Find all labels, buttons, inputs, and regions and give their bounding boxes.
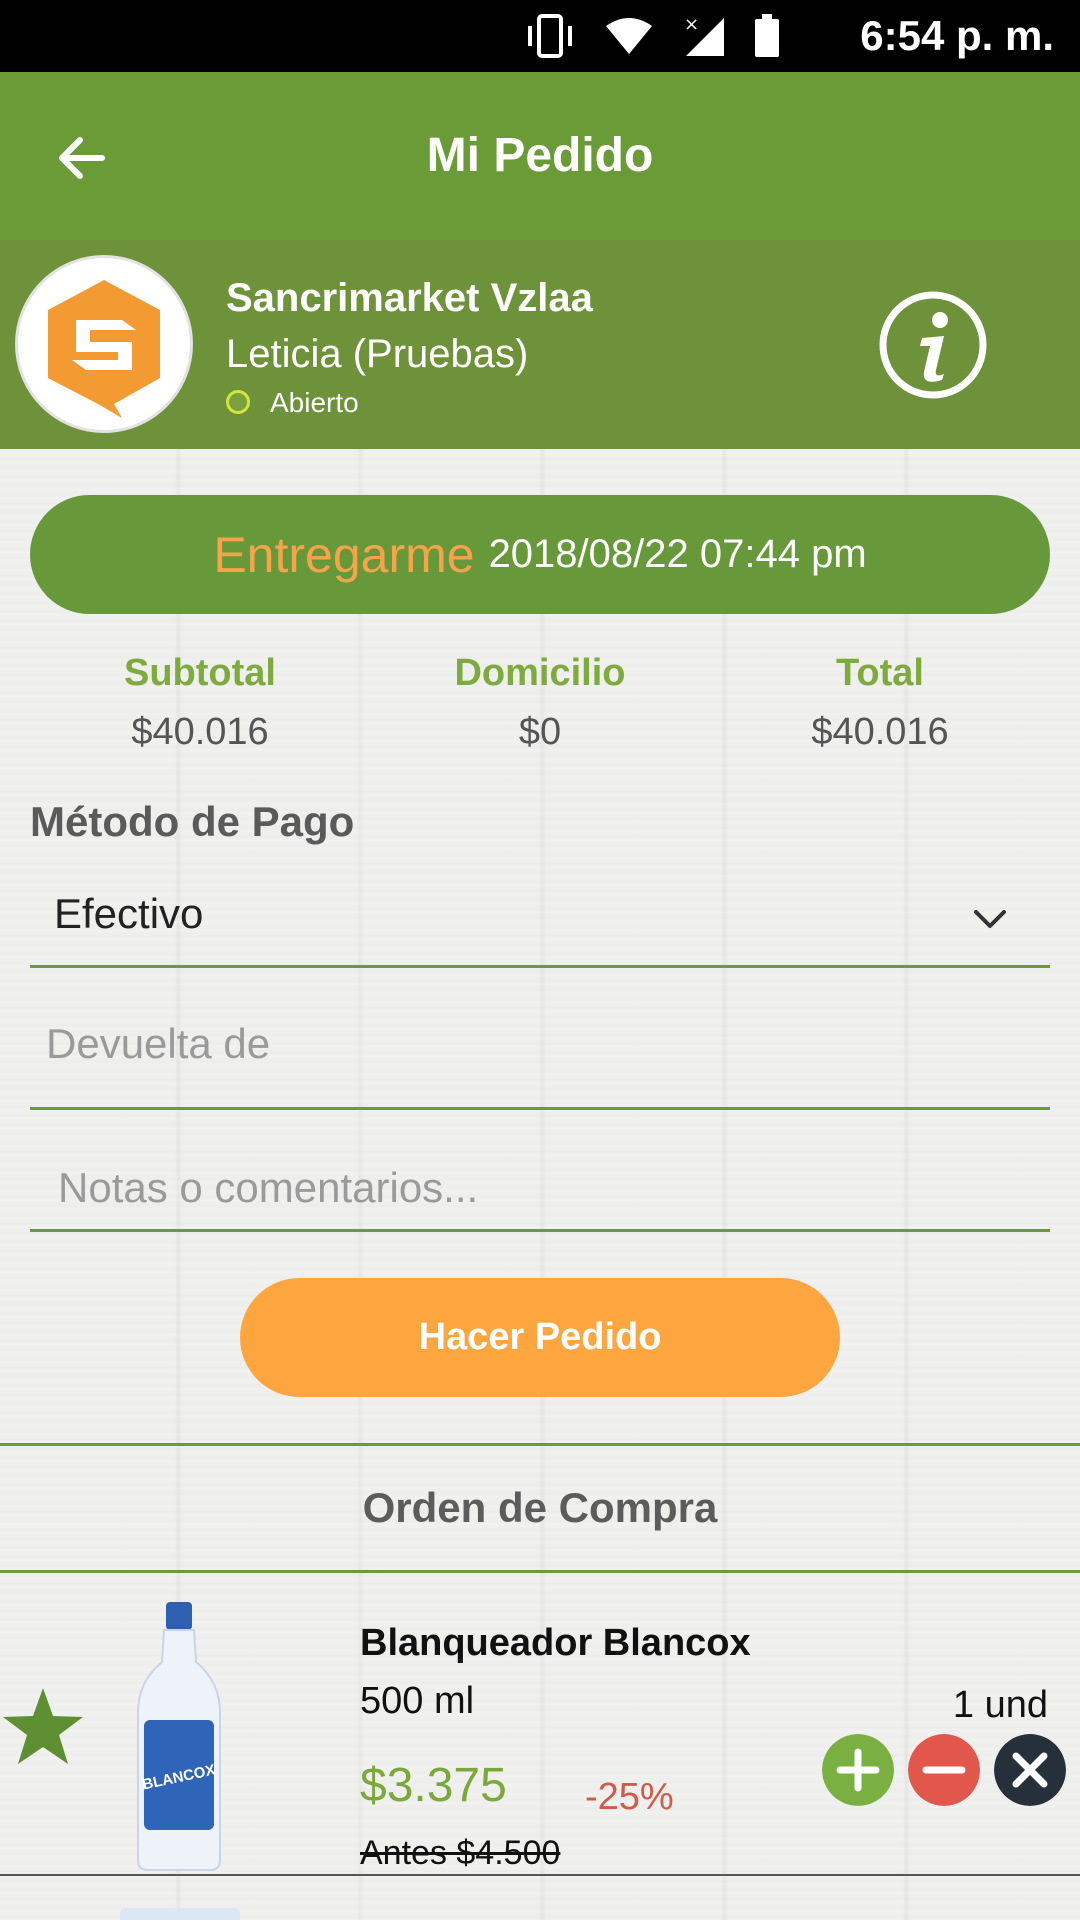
delivery-datetime: 2018/08/22 07:44 pm: [488, 532, 867, 576]
product-discount: -25%: [585, 1776, 674, 1818]
info-icon[interactable]: [878, 290, 988, 400]
change-input[interactable]: [46, 1020, 1066, 1068]
battery-icon: [755, 14, 779, 57]
favorite-star-icon[interactable]: [0, 1684, 86, 1770]
remove-product-icon[interactable]: [994, 1734, 1066, 1806]
wifi-icon: [606, 18, 652, 54]
clock: 6:54 p. m.: [860, 12, 1054, 59]
svg-text:×: ×: [684, 14, 699, 35]
product-size: 500 ml: [360, 1680, 475, 1722]
delivery-fee-value: $0: [518, 711, 562, 753]
product-price: $3.375: [360, 1759, 507, 1812]
product-old-price: Antes $4.500: [360, 1834, 561, 1872]
payment-method-select[interactable]: Efectivo: [30, 860, 1050, 968]
subtotal-block: Subtotal $40.016: [50, 652, 350, 754]
delivery-label: Entregarme: [213, 526, 475, 583]
next-product-image: [120, 1908, 240, 1920]
total-block: Total $40.016: [730, 652, 1030, 754]
decrease-quantity-icon[interactable]: [908, 1734, 980, 1806]
total-label: Total: [836, 652, 924, 694]
app-bar: Mi Pedido: [0, 72, 1080, 240]
place-order-button[interactable]: Hacer Pedido: [240, 1278, 840, 1397]
signal-icon: ×: [684, 14, 724, 56]
open-status-indicator: [226, 390, 250, 414]
store-logo: [15, 255, 193, 433]
status-icons: ×: [524, 14, 780, 58]
subtotal-label: Subtotal: [124, 652, 276, 694]
product-name: Blanqueador Blancox: [360, 1622, 751, 1664]
total-value: $40.016: [811, 711, 949, 753]
product-divider: [0, 1874, 1080, 1876]
store-logo-mark: [48, 280, 160, 418]
store-header: Sancrimarket Vzlaa Leticia (Pruebas) Abi…: [0, 240, 1080, 449]
delivery-fee-block: Domicilio $0: [390, 652, 690, 754]
store-status: Abierto: [270, 387, 359, 418]
product-image: BLANCOX: [137, 1602, 221, 1871]
section-divider-top: [0, 1443, 1080, 1446]
store-name: Sancrimarket Vzlaa: [226, 276, 593, 320]
subtotal-value: $40.016: [131, 711, 269, 753]
order-section-heading: Orden de Compra: [362, 1484, 718, 1531]
product-quantity: 1 und: [952, 1684, 1048, 1726]
payment-method-heading: Método de Pago: [30, 798, 355, 845]
change-field: [30, 990, 1066, 1110]
store-branch: Leticia (Pruebas): [226, 332, 529, 376]
delivery-fee-label: Domicilio: [454, 652, 626, 694]
order-totals: Subtotal $40.016 Domicilio $0 Total $40.…: [0, 652, 1080, 762]
product-row: BLANCOX Blanqueador Blancox 500 ml $3.37…: [0, 1572, 1080, 1874]
vibrate-icon: [528, 14, 572, 58]
chevron-down-icon: [974, 910, 1006, 928]
page-title: Mi Pedido: [426, 129, 654, 182]
payment-method-value: Efectivo: [54, 890, 204, 937]
notes-input[interactable]: [58, 1164, 1078, 1212]
status-bar: × 6:54 p. m.: [0, 0, 1080, 72]
add-quantity-icon[interactable]: [822, 1734, 894, 1806]
notes-field: [30, 1140, 1078, 1232]
delivery-schedule-button[interactable]: Entregarme 2018/08/22 07:44 pm: [30, 495, 1050, 614]
